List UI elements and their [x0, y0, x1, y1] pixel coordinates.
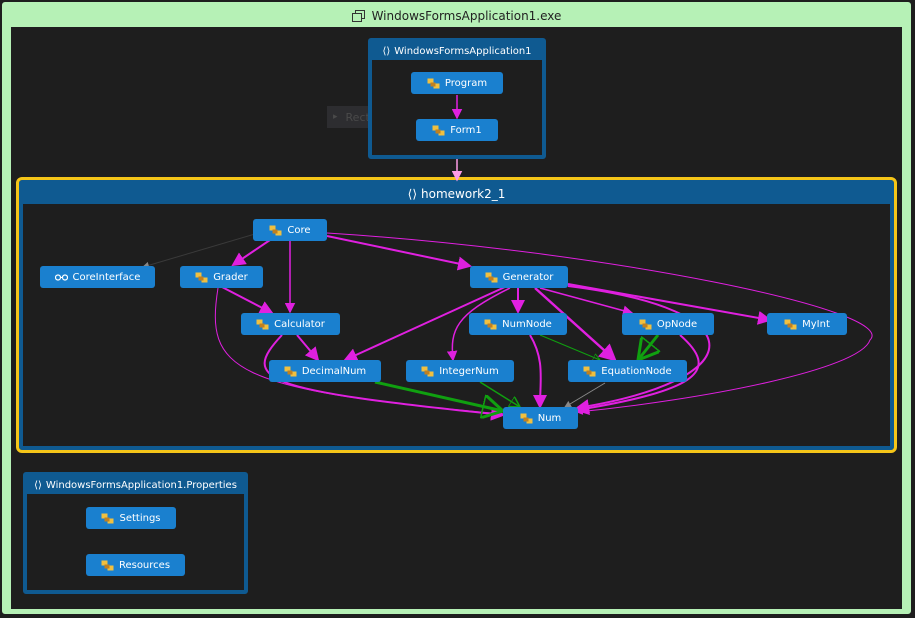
node-core[interactable]: Core [253, 219, 327, 241]
node-grader[interactable]: Grader [180, 266, 263, 288]
class-icon [284, 366, 297, 376]
node-equationnode[interactable]: EquationNode [568, 360, 687, 382]
node-label: Calculator [274, 318, 325, 330]
node-calculator[interactable]: Calculator [241, 313, 340, 335]
node-settings[interactable]: Settings [86, 507, 176, 529]
class-icon [485, 272, 498, 282]
node-opnode[interactable]: OpNode [622, 313, 714, 335]
edge-numnode-num [529, 334, 548, 409]
node-num[interactable]: Num [503, 407, 578, 429]
node-label: Grader [213, 271, 248, 283]
class-icon [101, 513, 114, 523]
node-myint[interactable]: MyInt [767, 313, 847, 335]
node-numnode[interactable]: NumNode [469, 313, 567, 335]
class-icon [421, 366, 434, 376]
node-label: Generator [502, 271, 554, 283]
edge-grader-calculator [221, 286, 274, 314]
edge-decimalnum-num [374, 380, 503, 411]
class-icon [101, 560, 114, 570]
edge-core-generator [326, 235, 472, 271]
node-label: EquationNode [601, 365, 672, 377]
class-icon [484, 319, 497, 329]
node-label: NumNode [502, 318, 552, 330]
node-form1[interactable]: Form1 [416, 119, 498, 141]
node-label: DecimalNum [301, 365, 367, 377]
node-label: Program [444, 77, 488, 89]
node-label: Form1 [450, 124, 482, 136]
class-icon [583, 366, 596, 376]
edge-opnode-equationnode [638, 334, 658, 360]
node-coreinterface[interactable]: CoreInterface [40, 266, 155, 288]
edge-generator-num [567, 285, 711, 413]
class-icon [256, 319, 269, 329]
class-icon [195, 272, 208, 282]
node-label: Num [537, 412, 562, 424]
node-label: OpNode [656, 318, 698, 330]
edge-generator-opnode [539, 287, 634, 316]
edge-calculator-decimalnum [296, 334, 320, 362]
class-icon [520, 413, 533, 423]
class-icon [639, 319, 652, 329]
node-decimalnum[interactable]: DecimalNum [269, 360, 381, 382]
node-label: Resources [118, 559, 171, 571]
interface-icon [54, 273, 68, 281]
node-label: IntegerNum [439, 365, 499, 377]
class-icon [427, 78, 440, 88]
class-icon [269, 225, 282, 235]
class-icon [432, 125, 445, 135]
node-program[interactable]: Program [411, 72, 503, 94]
node-resources[interactable]: Resources [86, 554, 185, 576]
node-integernum[interactable]: IntegerNum [406, 360, 514, 382]
node-label: Core [287, 224, 311, 236]
node-label: CoreInterface [72, 271, 141, 283]
node-label: Settings [119, 512, 161, 524]
node-label: MyInt [802, 318, 830, 330]
class-icon [784, 319, 797, 329]
edge-integernum-num [479, 381, 520, 407]
edge-core-grader [231, 239, 271, 267]
node-generator[interactable]: Generator [470, 266, 568, 288]
